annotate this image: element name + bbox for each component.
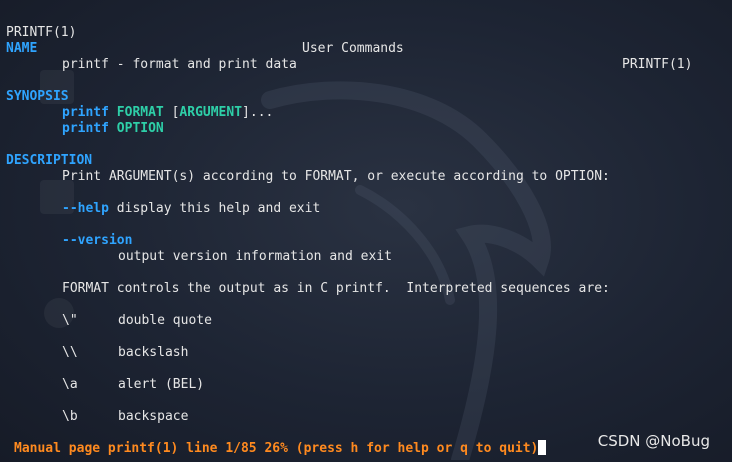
help-text: display this help and exit <box>116 201 321 216</box>
format-text: FORMAT controls the output as in C print… <box>62 281 610 296</box>
section-name-heading: NAME <box>6 41 38 56</box>
synopsis-option: OPTION <box>116 121 164 136</box>
sequence-seq: \\ <box>62 345 78 360</box>
name-text: printf - format and print data <box>62 57 297 72</box>
terminal-window[interactable]: PRINTF(1) User Commands PRINTF(1) NAME p… <box>0 0 732 462</box>
synopsis-line-2: printf OPTION <box>62 121 164 137</box>
description-intro: Print ARGUMENT(s) according to FORMAT, o… <box>62 169 610 184</box>
synopsis-format: FORMAT <box>116 105 164 120</box>
header-right: PRINTF(1) <box>622 57 693 72</box>
help-option: --help <box>62 201 109 216</box>
watermark: CSDN @NoBug <box>597 432 710 450</box>
synopsis-line-1: printf FORMAT [ARGUMENT]... <box>62 105 273 121</box>
sequence-desc: alert (BEL) <box>118 377 205 392</box>
section-synopsis-heading: SYNOPSIS <box>6 89 69 104</box>
synopsis-argument: ARGUMENT <box>179 105 243 120</box>
sequence-seq: \a <box>62 377 78 392</box>
synopsis-command: printf <box>62 105 109 120</box>
version-text: output version information and exit <box>118 249 392 264</box>
status-text: Manual page printf(1) line 1/85 26% (pre… <box>14 441 539 456</box>
text-cursor <box>538 440 547 455</box>
sequence-desc: double quote <box>118 313 212 328</box>
synopsis-rest: ]... <box>242 105 274 120</box>
sequence-seq: \b <box>62 409 78 424</box>
sequence-seq: \" <box>62 313 78 328</box>
header-left: PRINTF(1) <box>6 25 77 40</box>
man-header: PRINTF(1) User Commands PRINTF(1) <box>6 9 726 72</box>
pager-status-bar: Manual page printf(1) line 1/85 26% (pre… <box>14 440 547 456</box>
help-option-line: --help display this help and exit <box>62 201 320 217</box>
sequence-desc: backslash <box>118 345 189 360</box>
section-description-heading: DESCRIPTION <box>6 153 93 168</box>
header-center: User Commands <box>302 41 404 56</box>
synopsis-command-2: printf <box>62 121 109 136</box>
version-option: --version <box>62 233 133 248</box>
sequence-desc: backspace <box>118 409 189 424</box>
